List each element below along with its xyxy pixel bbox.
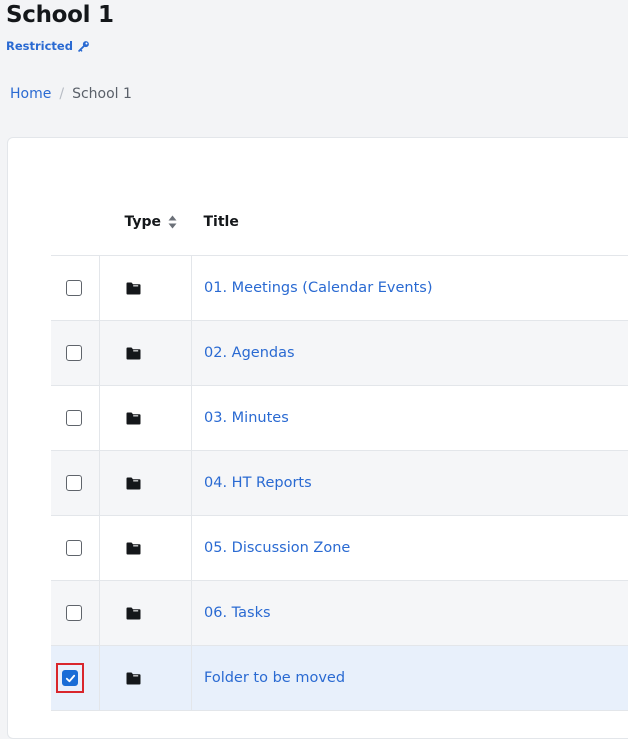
key-icon xyxy=(78,40,90,52)
folder-icon xyxy=(126,542,141,555)
breadcrumb-current: School 1 xyxy=(72,86,132,102)
folder-title-link[interactable]: 03. Minutes xyxy=(192,410,289,426)
folder-icon xyxy=(126,607,141,620)
row-checkbox[interactable] xyxy=(66,280,82,296)
table-row[interactable]: 02. Agendas xyxy=(51,321,628,386)
folder-title-link[interactable]: 06. Tasks xyxy=(192,605,271,621)
sort-icon[interactable] xyxy=(168,215,177,229)
folder-icon xyxy=(126,347,141,360)
row-type-cell xyxy=(100,646,192,711)
access-level[interactable]: Restricted xyxy=(6,39,90,53)
row-title-cell: 03. Minutes xyxy=(192,386,628,451)
folder-title-link[interactable]: 05. Discussion Zone xyxy=(192,540,350,556)
row-type-cell xyxy=(100,256,192,321)
row-select-cell xyxy=(51,646,100,711)
row-checkbox[interactable] xyxy=(66,345,82,361)
row-checkbox[interactable] xyxy=(62,670,78,686)
type-column-header[interactable]: Type xyxy=(100,188,192,256)
row-select-cell xyxy=(51,321,100,386)
row-title-cell: 04. HT Reports xyxy=(192,451,628,516)
access-label: Restricted xyxy=(6,39,73,53)
page-title: School 1 xyxy=(6,0,114,30)
row-type-cell xyxy=(100,516,192,581)
breadcrumb: Home / School 1 xyxy=(10,86,132,102)
table-row[interactable]: 03. Minutes xyxy=(51,386,628,451)
row-type-cell xyxy=(100,451,192,516)
folder-icon xyxy=(126,412,141,425)
table-body: 01. Meetings (Calendar Events) 02. Agend… xyxy=(51,256,628,711)
table-row[interactable]: 06. Tasks xyxy=(51,581,628,646)
breadcrumb-home-link[interactable]: Home xyxy=(10,86,51,102)
table-row[interactable]: 04. HT Reports xyxy=(51,451,628,516)
row-checkbox[interactable] xyxy=(66,540,82,556)
row-select-cell xyxy=(51,256,100,321)
selection-highlight xyxy=(56,663,84,693)
row-title-cell: 06. Tasks xyxy=(192,581,628,646)
breadcrumb-separator: / xyxy=(59,86,64,102)
row-title-cell: 01. Meetings (Calendar Events) xyxy=(192,256,628,321)
row-select-cell xyxy=(51,451,100,516)
row-select-cell xyxy=(51,386,100,451)
row-checkbox[interactable] xyxy=(66,475,82,491)
row-title-cell: 02. Agendas xyxy=(192,321,628,386)
folder-title-link[interactable]: 02. Agendas xyxy=(192,345,295,361)
folder-title-link[interactable]: 01. Meetings (Calendar Events) xyxy=(192,280,433,296)
folder-icon xyxy=(126,672,141,685)
row-checkbox[interactable] xyxy=(66,605,82,621)
table-header-row: Type Title xyxy=(51,188,628,256)
checkmark-icon xyxy=(65,673,76,684)
folder-icon xyxy=(126,282,141,295)
title-column-label: Title xyxy=(192,214,628,230)
type-column-label: Type xyxy=(125,214,162,230)
row-select-cell xyxy=(51,516,100,581)
title-column-header: Title xyxy=(192,188,628,256)
row-title-cell: 05. Discussion Zone xyxy=(192,516,628,581)
table-row[interactable]: Folder to be moved xyxy=(51,646,628,711)
row-select-cell xyxy=(51,581,100,646)
folder-title-link[interactable]: Folder to be moved xyxy=(192,670,345,686)
folder-title-link[interactable]: 04. HT Reports xyxy=(192,475,312,491)
row-type-cell xyxy=(100,581,192,646)
folder-icon xyxy=(126,477,141,490)
row-type-cell xyxy=(100,386,192,451)
select-column-header xyxy=(51,188,100,256)
table-row[interactable]: 05. Discussion Zone xyxy=(51,516,628,581)
table-row[interactable]: 01. Meetings (Calendar Events) xyxy=(51,256,628,321)
row-checkbox[interactable] xyxy=(66,410,82,426)
folder-table: Type Title 01. Meetings (Calendar Events… xyxy=(51,188,628,711)
row-title-cell: Folder to be moved xyxy=(192,646,628,711)
row-type-cell xyxy=(100,321,192,386)
